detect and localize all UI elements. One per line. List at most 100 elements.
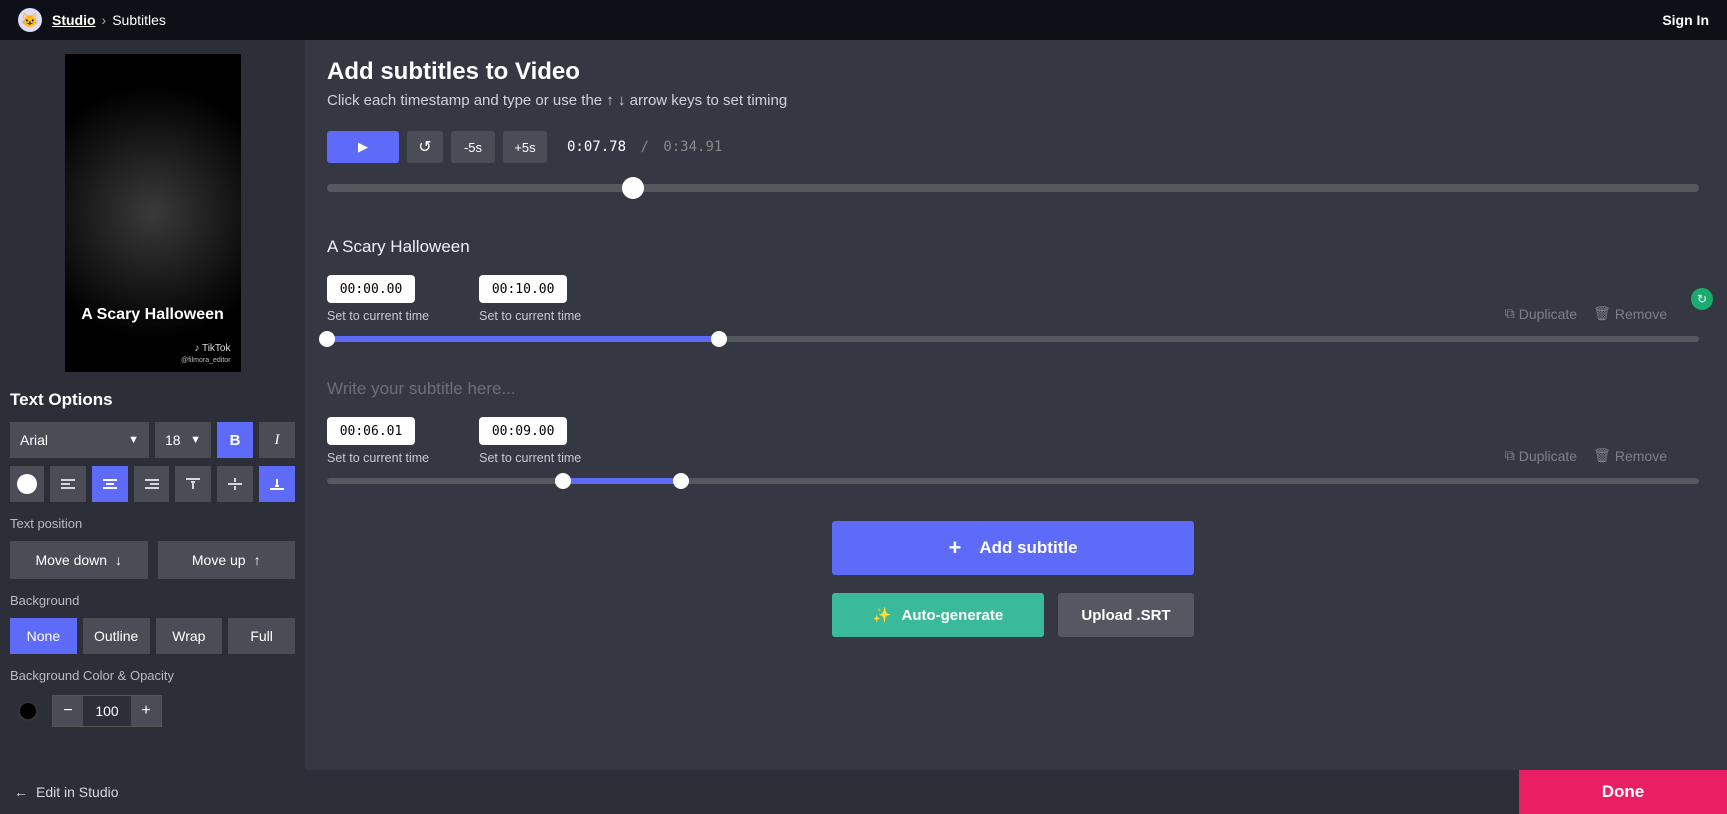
duplicate-label: Duplicate (1519, 448, 1577, 464)
range-start-thumb[interactable] (319, 331, 335, 347)
done-button[interactable]: Done (1519, 770, 1727, 814)
align-center-button[interactable] (92, 466, 128, 502)
back-5s-button[interactable]: -5s (451, 131, 495, 163)
trash-icon: 🗑 (1593, 305, 1611, 322)
subtitle-start-input[interactable] (327, 275, 415, 303)
subtitle-text-input[interactable] (327, 379, 1699, 399)
align-right-icon (145, 478, 159, 490)
subtitle-end-input[interactable] (479, 417, 567, 445)
bold-button[interactable]: B (217, 422, 253, 458)
align-center-icon (103, 478, 117, 490)
range-end-thumb[interactable] (673, 473, 689, 489)
remove-label: Remove (1615, 448, 1667, 464)
background-label: Background (10, 593, 295, 608)
forward-5s-button[interactable]: +5s (503, 131, 547, 163)
valign-bottom-icon (270, 478, 284, 490)
move-up-button[interactable]: Move up ↑ (158, 541, 296, 579)
auto-generate-label: Auto-generate (902, 607, 1004, 624)
valign-top-icon (186, 478, 200, 490)
breadcrumb-page: Subtitles (112, 12, 166, 28)
edit-in-studio-link[interactable]: ← Edit in Studio (0, 784, 119, 800)
set-end-to-current[interactable]: Set to current time (479, 451, 581, 465)
bg-full-button[interactable]: Full (228, 618, 295, 654)
subtitle-range-slider[interactable] (327, 331, 1699, 349)
arrow-down-icon: ↓ (115, 552, 122, 568)
play-button[interactable]: ▶ (327, 131, 399, 163)
add-subtitle-button[interactable]: + Add subtitle (832, 521, 1194, 575)
preview-handle: @filmora_editor (181, 357, 231, 364)
move-up-label: Move up (192, 552, 246, 568)
opacity-increment-button[interactable]: + (131, 696, 161, 726)
text-color-picker[interactable] (10, 466, 44, 502)
video-preview[interactable]: A Scary Halloween ♪ TikTok @filmora_edit… (65, 54, 241, 372)
total-time: 0:34.91 (663, 139, 722, 155)
sign-in-link[interactable]: Sign In (1662, 12, 1709, 28)
font-size-value: 18 (165, 432, 181, 448)
trash-icon: 🗑 (1593, 447, 1611, 464)
valign-middle-icon (228, 478, 242, 490)
bg-outline-button[interactable]: Outline (83, 618, 150, 654)
preview-watermark: ♪ TikTok (194, 343, 230, 354)
bottom-bar: ← Edit in Studio Done (0, 770, 1727, 814)
remove-button[interactable]: 🗑 Remove (1593, 447, 1667, 464)
valign-middle-button[interactable] (217, 466, 253, 502)
remove-button[interactable]: 🗑 Remove (1593, 305, 1667, 322)
restart-icon: ↺ (418, 137, 431, 157)
breadcrumb-separator: › (102, 12, 107, 28)
subtitle-end-input[interactable] (479, 275, 567, 303)
restart-button[interactable]: ↺ (407, 131, 443, 163)
subtitle-start-input[interactable] (327, 417, 415, 445)
align-left-icon (61, 478, 75, 490)
sidebar: A Scary Halloween ♪ TikTok @filmora_edit… (0, 40, 305, 770)
playback-thumb[interactable] (622, 177, 644, 199)
auto-generate-button[interactable]: ✨ Auto-generate (832, 593, 1044, 637)
font-select-value: Arial (20, 432, 48, 448)
bg-color-picker[interactable] (10, 693, 46, 729)
playback-slider[interactable] (327, 179, 1699, 197)
align-right-button[interactable] (134, 466, 170, 502)
edit-in-studio-label: Edit in Studio (36, 784, 119, 800)
arrow-up-icon: ↑ (254, 552, 261, 568)
set-start-to-current[interactable]: Set to current time (327, 451, 429, 465)
move-down-label: Move down (35, 552, 107, 568)
opacity-decrement-button[interactable]: − (53, 696, 83, 726)
italic-button[interactable]: I (259, 422, 295, 458)
breadcrumb: Studio › Subtitles (52, 12, 166, 28)
subtitle-range-slider[interactable] (327, 473, 1699, 491)
font-size-select[interactable]: 18 ▼ (155, 422, 211, 458)
top-bar: 😺 Studio › Subtitles Sign In (0, 0, 1727, 40)
preview-caption: A Scary Halloween (65, 306, 241, 324)
main-content: Add subtitles to Video Click each timest… (305, 40, 1727, 770)
subtitle-row: Set to current time Set to current time … (327, 237, 1699, 349)
opacity-input[interactable] (83, 696, 131, 726)
arrow-left-icon: ← (14, 784, 28, 800)
valign-bottom-button[interactable] (259, 466, 295, 502)
align-left-button[interactable] (50, 466, 86, 502)
subtitle-row: Set to current time Set to current time … (327, 379, 1699, 491)
upload-srt-button[interactable]: Upload .SRT (1058, 593, 1194, 637)
range-end-thumb[interactable] (711, 331, 727, 347)
subtitle-text-input[interactable] (327, 237, 1699, 257)
remove-label: Remove (1615, 306, 1667, 322)
chevron-down-icon: ▼ (190, 434, 201, 446)
set-end-to-current[interactable]: Set to current time (479, 309, 581, 323)
font-select[interactable]: Arial ▼ (10, 422, 149, 458)
play-icon: ▶ (358, 139, 368, 155)
duplicate-icon: ⧉ (1505, 447, 1515, 464)
valign-top-button[interactable] (175, 466, 211, 502)
breadcrumb-studio[interactable]: Studio (52, 12, 96, 28)
duplicate-icon: ⧉ (1505, 305, 1515, 322)
text-position-label: Text position (10, 516, 295, 531)
add-subtitle-label: Add subtitle (979, 538, 1077, 558)
time-display: 0:07.78 / 0:34.91 (567, 139, 722, 155)
plus-icon: + (948, 535, 961, 561)
set-start-to-current[interactable]: Set to current time (327, 309, 429, 323)
text-options-title: Text Options (10, 390, 295, 410)
duplicate-button[interactable]: ⧉ Duplicate (1505, 447, 1577, 464)
app-logo[interactable]: 😺 (18, 8, 42, 32)
duplicate-button[interactable]: ⧉ Duplicate (1505, 305, 1577, 322)
bg-none-button[interactable]: None (10, 618, 77, 654)
move-down-button[interactable]: Move down ↓ (10, 541, 148, 579)
range-start-thumb[interactable] (555, 473, 571, 489)
bg-wrap-button[interactable]: Wrap (156, 618, 223, 654)
